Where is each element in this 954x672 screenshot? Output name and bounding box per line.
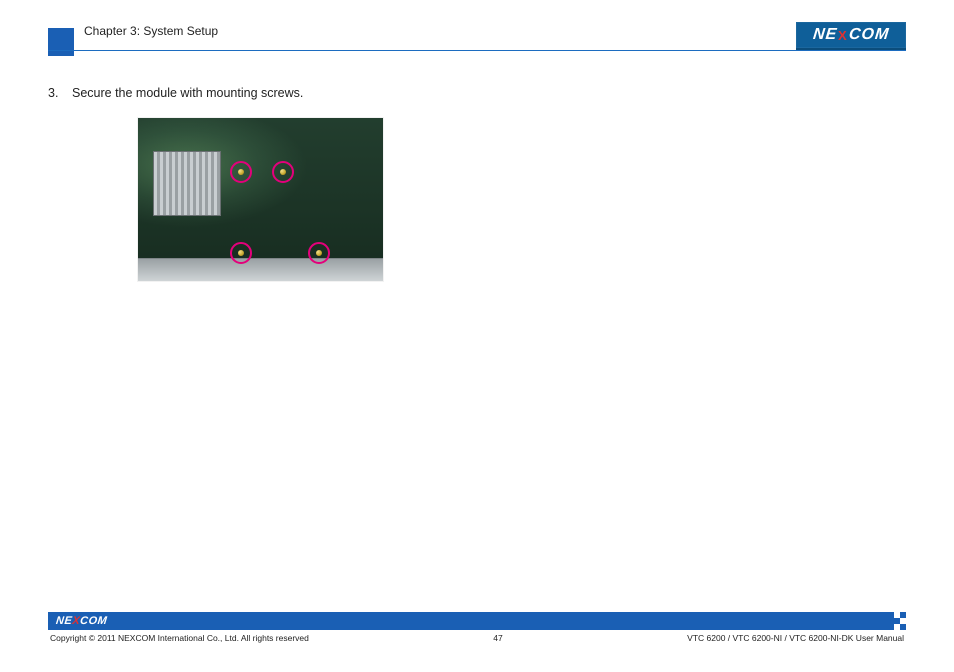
page-number: 47: [493, 633, 502, 643]
copyright-text: Copyright © 2011 NEXCOM International Co…: [50, 633, 309, 643]
screw-marker-icon: [272, 161, 294, 183]
brand-pre: NE: [812, 26, 838, 44]
heatsink-icon: [153, 151, 222, 216]
document-title: VTC 6200 / VTC 6200-NI / VTC 6200-NI-DK …: [687, 633, 904, 643]
brand-x: X: [837, 28, 849, 43]
footer-end-squares-icon: [894, 612, 906, 630]
footer-bar-wrap: NEXCOM: [48, 612, 906, 630]
screw-dot-icon: [316, 250, 322, 256]
screw-dot-icon: [238, 250, 244, 256]
footer-brand-pre: NE: [55, 615, 73, 627]
step-text: Secure the module with mounting screws.: [72, 86, 303, 100]
screw-marker-icon: [230, 242, 252, 264]
chapter-title: Chapter 3: System Setup: [84, 22, 218, 38]
nexcom-logo-icon: NEXCOM: [796, 22, 906, 48]
step-line: 3. Secure the module with mounting screw…: [48, 86, 906, 100]
page-footer: NEXCOM Copyright © 2011 NEXCOM Internati…: [48, 612, 906, 650]
brand-text: NEXCOM: [812, 26, 890, 44]
chassis-edge: [138, 258, 383, 281]
screw-dot-icon: [238, 169, 244, 175]
footer-brand-text: NEXCOM: [55, 615, 108, 627]
footer-bar: NEXCOM: [48, 612, 894, 630]
figure-photo: [138, 118, 383, 281]
footer-brand-post: COM: [79, 615, 107, 627]
screw-marker-icon: [308, 242, 330, 264]
screw-dot-icon: [280, 169, 286, 175]
header-blue-tab: [48, 28, 74, 56]
step-number: 3.: [48, 86, 62, 100]
brand-badge: NEXCOM: [796, 22, 906, 48]
brand-post: COM: [848, 26, 890, 44]
footer-meta: Copyright © 2011 NEXCOM International Co…: [48, 633, 906, 643]
screw-marker-icon: [230, 161, 252, 183]
header-rule: [48, 50, 906, 51]
page-body: 3. Secure the module with mounting screw…: [48, 86, 906, 592]
